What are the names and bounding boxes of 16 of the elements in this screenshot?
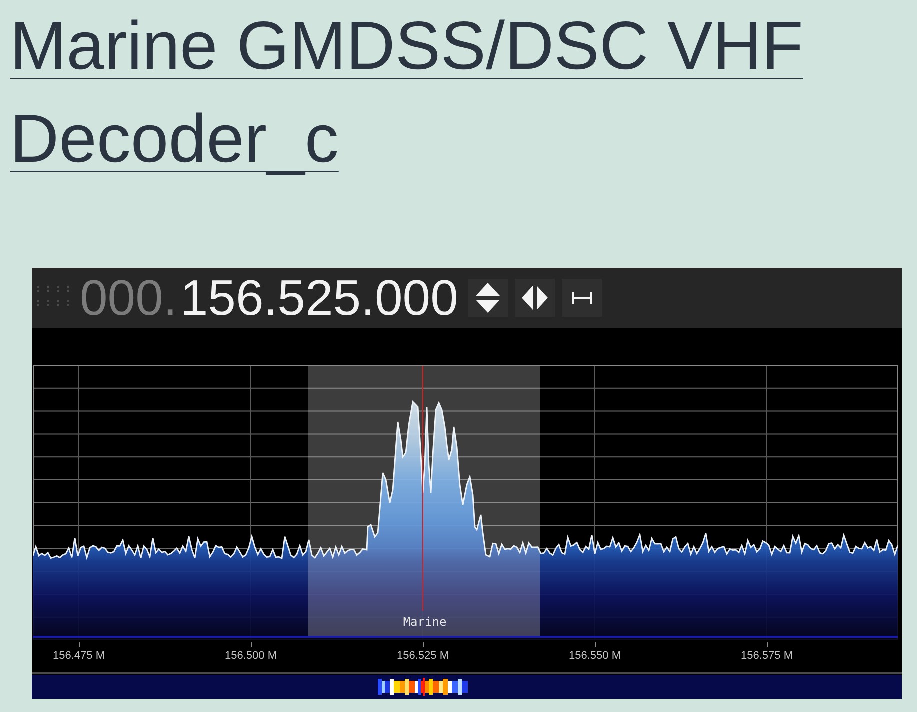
frequency-axis-label: 156.575 M	[741, 650, 793, 663]
frequency-prefix: 000.	[80, 273, 178, 323]
frequency-axis-label: 156.550 M	[569, 650, 621, 663]
vfo-band[interactable]	[308, 366, 540, 636]
width-bracket-icon	[572, 292, 592, 304]
title-link[interactable]: Marine GMDSS/DSC VHF Decoder_c	[10, 0, 806, 186]
frequency-display[interactable]: 156.525.000	[180, 273, 458, 323]
up-down-button[interactable]	[468, 279, 508, 317]
frequency-axis-label: 156.525 M	[397, 650, 449, 663]
left-right-triangles-icon	[522, 286, 548, 310]
frequency-axis-label: 156.475 M	[53, 650, 105, 663]
bandwidth-button[interactable]	[562, 279, 602, 317]
frequency-axis-label: 156.500 M	[225, 650, 277, 663]
vfo-label: Marine	[403, 615, 447, 629]
left-right-button[interactable]	[515, 279, 556, 317]
up-down-triangles-icon	[476, 283, 500, 313]
